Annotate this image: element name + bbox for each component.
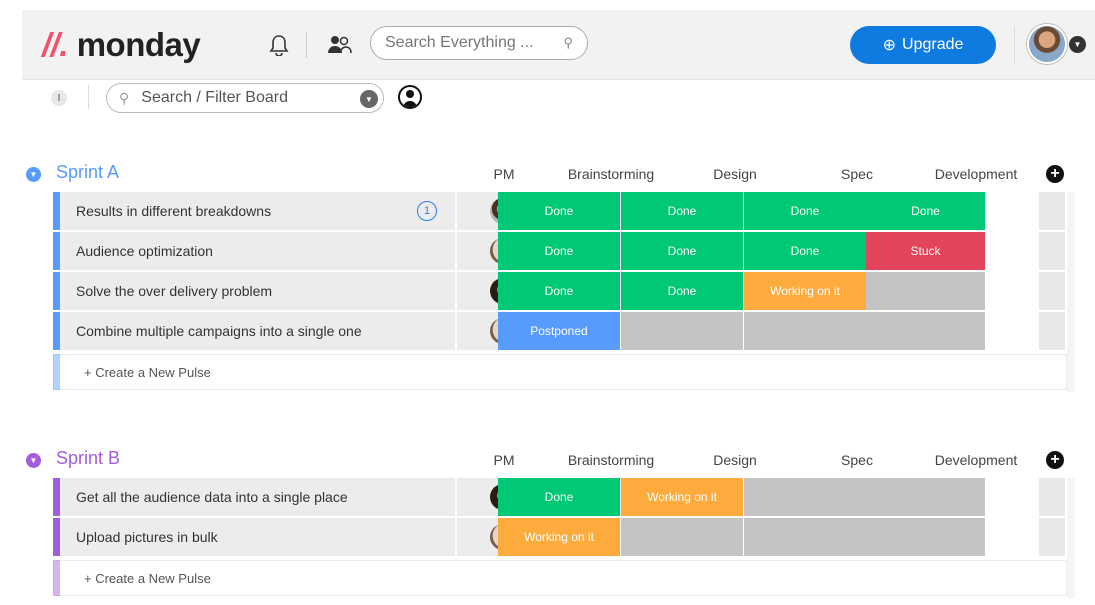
row-tail [1039,478,1065,516]
pulse-name[interactable]: Upload pictures in bulk [60,518,455,556]
search-icon: ⚲ [119,89,130,106]
pulse-name[interactable]: Combine multiple campaigns into a single… [60,312,455,350]
status-cell-spec[interactable]: Working on it [744,272,866,310]
status-cell-spec[interactable] [744,312,866,350]
divider [1014,26,1015,64]
column-header-development[interactable]: Development [916,166,1036,182]
status-cell-development[interactable] [866,272,985,310]
group-header: ▼ Sprint A PM Brainstorming Design Spec Develo… [0,156,1095,190]
row-tail [1039,192,1065,230]
status-cell-spec[interactable] [744,478,866,516]
pulse-row: Upload pictures in bulk Working on it [53,518,1075,556]
column-header-design[interactable]: Design [675,452,795,468]
pulse-row: Solve the over delivery problem Done Done W… [53,272,1075,310]
create-pulse-label: + Create a New Pulse [84,571,211,586]
pulse-name[interactable]: Solve the over delivery problem [60,272,455,310]
status-cell-development[interactable]: Stuck [866,232,985,270]
divider [306,32,307,58]
column-header-pm[interactable]: PM [444,452,564,468]
upgrade-icon: ⊕ [882,37,897,54]
group-color-bar [53,312,60,350]
group-color-bar [53,192,60,230]
global-search-placeholder: Search Everything ... [385,34,534,51]
create-pulse-label: + Create a New Pulse [84,365,211,380]
group-1: ▼ Sprint A PM Brainstorming Design Spec Develo… [0,156,1095,392]
column-header-brainstorming[interactable]: Brainstorming [551,452,671,468]
user-avatar[interactable] [1027,24,1067,64]
divider [88,85,89,109]
logo-mark: //. [42,26,69,63]
filter-bar: I ⚲ Search / Filter Board ▼ [0,80,1095,114]
upgrade-button[interactable]: ⊕ Upgrade [850,26,996,64]
row-tail [1039,312,1065,350]
pulse-name[interactable]: Results in different breakdowns [60,192,455,230]
pulse-row: Audience optimization Done Done Done Stuck [53,232,1075,270]
pulse-name[interactable]: Get all the audience data into a single … [60,478,455,516]
status-cell-design[interactable] [621,312,743,350]
group-color-bar [53,354,60,390]
column-header-design[interactable]: Design [675,166,795,182]
column-header-brainstorming[interactable]: Brainstorming [551,166,671,182]
upgrade-label: Upgrade [902,36,964,53]
status-cell-brainstorming[interactable]: Done [498,478,620,516]
pulse-row: Combine multiple campaigns into a single… [53,312,1075,350]
column-header-development[interactable]: Development [916,452,1036,468]
group-title[interactable]: Sprint B [56,448,120,469]
status-cell-brainstorming[interactable]: Working on it [498,518,620,556]
status-cell-spec[interactable]: Done [744,192,866,230]
chevron-down-icon[interactable]: ▼ [26,167,41,182]
status-cell-brainstorming[interactable]: Done [498,192,620,230]
board-filter-input[interactable]: ⚲ Search / Filter Board [106,83,384,113]
column-header-pm[interactable]: PM [444,166,564,182]
row-tail [1039,272,1065,310]
add-column-icon[interactable]: + [1046,165,1064,183]
column-header-spec[interactable]: Spec [797,166,917,182]
group-title[interactable]: Sprint A [56,162,119,183]
group-color-bar [53,560,60,596]
board-filter-placeholder: Search / Filter Board [141,89,288,106]
status-cell-development[interactable] [866,478,985,516]
pulse-row: Results in different breakdowns 1 Done Done… [53,192,1075,230]
monday-logo[interactable]: //. monday [42,26,201,64]
top-bar: //. monday Search Everything ... ⚲ ⊕ Upg… [22,10,1095,80]
row-tail [1039,232,1065,270]
logo-text: monday [76,26,201,63]
updates-count-badge[interactable]: 1 [417,201,437,221]
group-color-bar [53,272,60,310]
status-cell-design[interactable]: Done [621,232,743,270]
bell-icon[interactable] [266,32,292,58]
group-color-bar [53,518,60,556]
group-2: ▼ Sprint B PM Brainstorming Design Spec Develo… [0,442,1095,598]
person-filter-icon[interactable] [398,85,422,109]
status-cell-design[interactable]: Done [621,192,743,230]
chevron-down-icon[interactable]: ▼ [360,90,378,108]
chevron-down-icon[interactable]: ▼ [26,453,41,468]
status-cell-brainstorming[interactable]: Done [498,232,620,270]
pulse-name[interactable]: Audience optimization [60,232,455,270]
info-icon[interactable]: I [51,90,67,106]
status-cell-development[interactable] [866,518,985,556]
people-icon[interactable] [326,32,352,58]
chevron-down-icon[interactable]: ▼ [1069,36,1086,53]
status-cell-design[interactable]: Working on it [621,478,743,516]
group-color-bar [53,478,60,516]
status-cell-brainstorming[interactable]: Postponed [498,312,620,350]
status-cell-brainstorming[interactable]: Done [498,272,620,310]
status-cell-design[interactable] [621,518,743,556]
column-header-spec[interactable]: Spec [797,452,917,468]
group-color-bar [53,232,60,270]
group-header: ▼ Sprint B PM Brainstorming Design Spec Develo… [0,442,1095,476]
status-cell-spec[interactable]: Done [744,232,866,270]
global-search-input[interactable]: Search Everything ... ⚲ [370,26,588,60]
create-pulse-input[interactable]: + Create a New Pulse [53,560,1067,596]
search-icon: ⚲ [563,35,573,50]
create-pulse-input[interactable]: + Create a New Pulse [53,354,1067,390]
status-cell-development[interactable] [866,312,985,350]
row-tail [1039,518,1065,556]
status-cell-spec[interactable] [744,518,866,556]
pulse-row: Get all the audience data into a single … [53,478,1075,516]
status-cell-development[interactable]: Done [866,192,985,230]
status-cell-design[interactable]: Done [621,272,743,310]
add-column-icon[interactable]: + [1046,451,1064,469]
